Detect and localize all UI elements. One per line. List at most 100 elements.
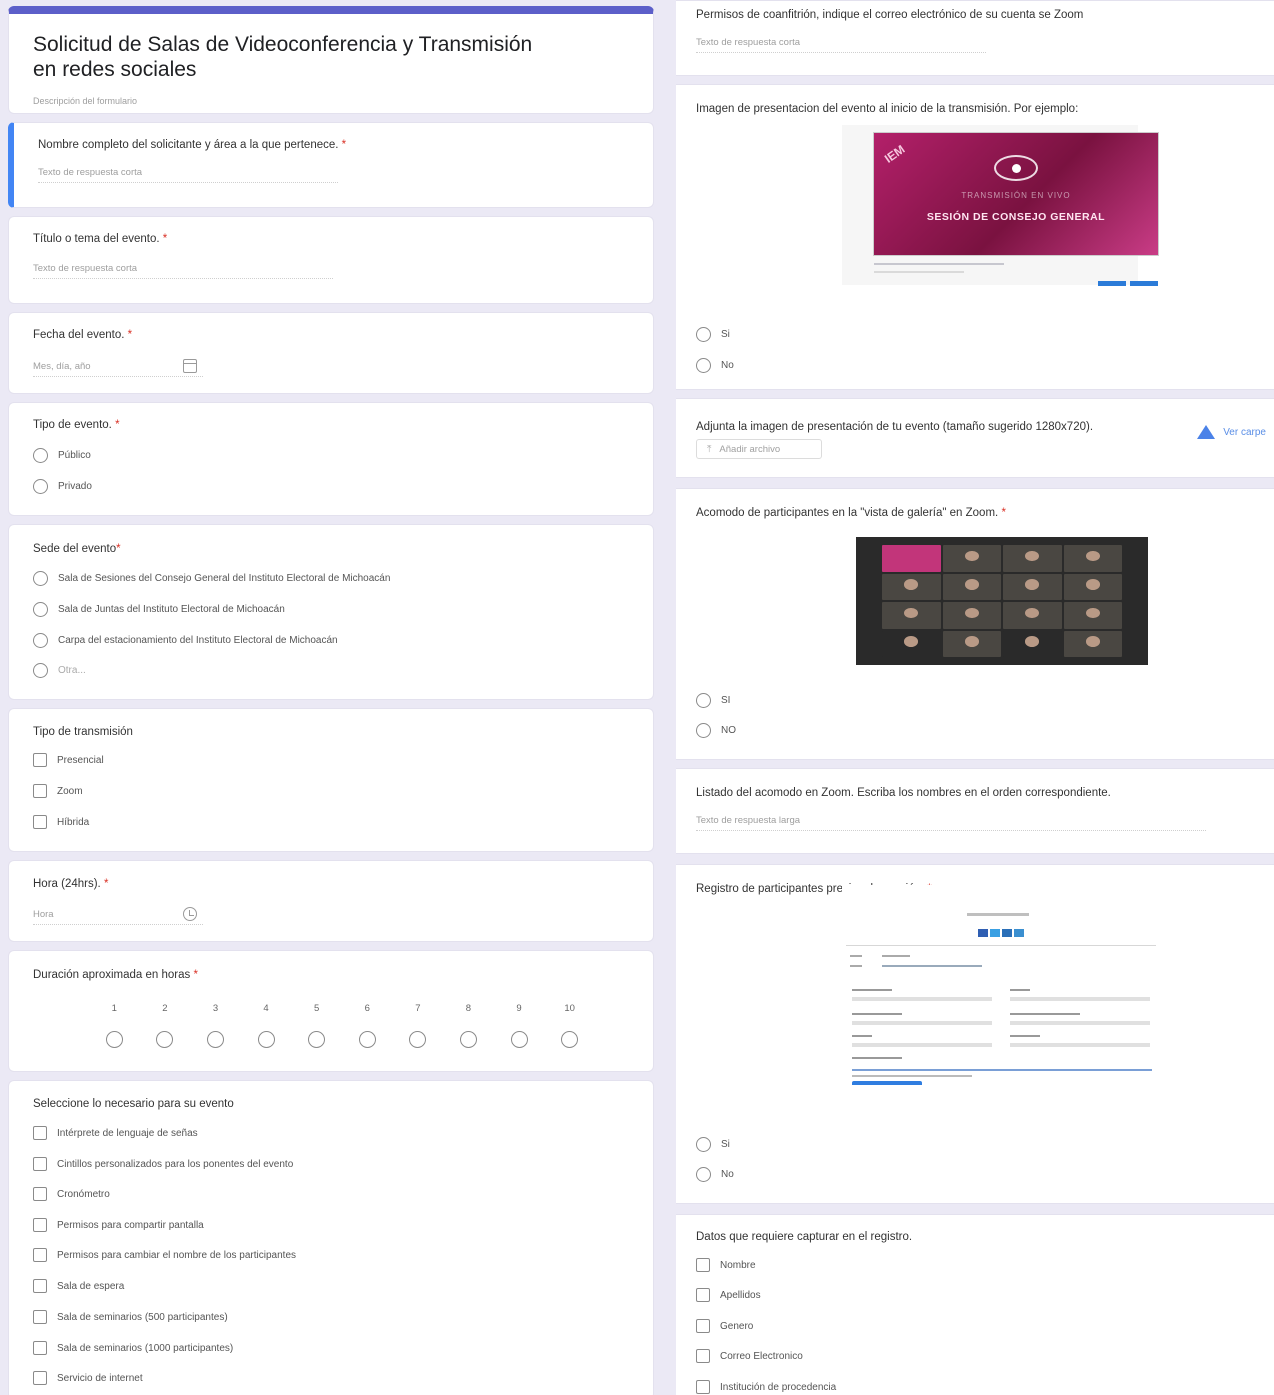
checkbox[interactable] (33, 1310, 47, 1324)
checkbox-option-cambiar-nombre[interactable]: Permisos para cambiar el nombre de los p… (33, 1248, 296, 1262)
checkbox[interactable] (33, 784, 47, 798)
short-answer-field[interactable]: Texto de respuesta corta (696, 37, 986, 53)
date-input[interactable]: Mes, día, año (33, 361, 203, 377)
radio-button[interactable] (510, 1031, 528, 1048)
question-card-event-title[interactable]: Título o tema del evento. * Texto de res… (8, 216, 654, 304)
question-card-zoom-list[interactable]: Listado del acomodo en Zoom. Escriba los… (676, 768, 1274, 854)
radio-option-sala-juntas[interactable]: Sala de Juntas del Instituto Electoral d… (33, 602, 285, 617)
radio-button[interactable] (696, 1167, 711, 1182)
question-card-registration-data[interactable]: Datos que requiere capturar en el regist… (676, 1214, 1274, 1395)
checkbox[interactable] (33, 1341, 47, 1355)
radio-option-sala-sesiones[interactable]: Sala de Sesiones del Consejo General del… (33, 571, 390, 586)
question-card-time[interactable]: Hora (24hrs). * Hora (8, 860, 654, 942)
checkbox-option-seminarios-1000[interactable]: Sala de seminarios (1000 participantes) (33, 1341, 233, 1355)
scale-option-2[interactable]: 2 (140, 1003, 191, 1048)
radio-option-privado[interactable]: Privado (33, 479, 92, 494)
radio-option-otra[interactable]: Otra... (33, 663, 86, 678)
scale-option-8[interactable]: 8 (443, 1003, 494, 1048)
checkbox-option-seminarios-500[interactable]: Sala de seminarios (500 participantes) (33, 1310, 228, 1324)
checkbox[interactable] (33, 1187, 47, 1201)
checkbox-option-hibrida[interactable]: Híbrida (33, 815, 89, 829)
checkbox-option-correo[interactable]: Correo Electronico (696, 1349, 803, 1363)
upload-file-button[interactable]: ⤒ Añadir archivo (696, 439, 822, 459)
checkbox[interactable] (696, 1319, 710, 1333)
radio-button[interactable] (105, 1031, 123, 1048)
question-card-transmission[interactable]: Tipo de transmisión Presencial Zoom Híbr… (8, 708, 654, 852)
question-card-date[interactable]: Fecha del evento. * Mes, día, año (8, 312, 654, 394)
checkbox-option-compartir-pantalla[interactable]: Permisos para compartir pantalla (33, 1218, 204, 1232)
checkbox[interactable] (33, 1218, 47, 1232)
scale-option-4[interactable]: 4 (241, 1003, 292, 1048)
scale-option-7[interactable]: 7 (393, 1003, 444, 1048)
checkbox-option-cintillos[interactable]: Cintillos personalizados para los ponent… (33, 1157, 293, 1171)
calendar-icon[interactable] (183, 359, 197, 373)
question-card-cohost[interactable]: Permisos de coanfitrión, indique el corr… (676, 0, 1274, 76)
radio-option-no[interactable]: NO (696, 723, 736, 738)
checkbox[interactable] (33, 1157, 47, 1171)
checkbox[interactable] (33, 1371, 47, 1385)
clock-icon[interactable] (183, 907, 197, 921)
radio-option-si[interactable]: SI (696, 693, 730, 708)
checkbox-option-cronometro[interactable]: Cronómetro (33, 1187, 110, 1201)
checkbox-option-genero[interactable]: Genero (696, 1319, 753, 1333)
checkbox[interactable] (696, 1349, 710, 1363)
checkbox-option-zoom[interactable]: Zoom (33, 784, 83, 798)
form-description[interactable]: Descripción del formulario (33, 96, 137, 106)
scale-option-3[interactable]: 3 (190, 1003, 241, 1048)
scale-option-10[interactable]: 10 (544, 1003, 595, 1048)
checkbox[interactable] (33, 1279, 47, 1293)
checkbox[interactable] (696, 1380, 710, 1394)
question-card-attach-image[interactable]: Adjunta la imagen de presentación de tu … (676, 398, 1274, 478)
radio-button[interactable] (696, 693, 711, 708)
radio-button[interactable] (257, 1031, 275, 1048)
radio-option-si[interactable]: Si (696, 1137, 730, 1152)
time-input[interactable]: Hora (33, 909, 203, 925)
radio-option-no[interactable]: No (696, 1167, 734, 1182)
radio-button[interactable] (33, 602, 48, 617)
radio-button[interactable] (33, 633, 48, 648)
radio-button[interactable] (696, 358, 711, 373)
radio-button[interactable] (409, 1031, 427, 1048)
long-answer-field[interactable]: Texto de respuesta larga (696, 815, 1206, 831)
radio-button[interactable] (206, 1031, 224, 1048)
short-answer-field[interactable]: Texto de respuesta corta (38, 167, 338, 183)
radio-button[interactable] (33, 479, 48, 494)
view-folder-link[interactable]: Ver carpe (1197, 425, 1266, 439)
radio-button[interactable] (459, 1031, 477, 1048)
scale-option-6[interactable]: 6 (342, 1003, 393, 1048)
radio-button[interactable] (696, 1137, 711, 1152)
question-card-needs[interactable]: Seleccione lo necesario para su evento I… (8, 1080, 654, 1395)
checkbox-option-apellidos[interactable]: Apellidos (696, 1288, 761, 1302)
radio-button[interactable] (308, 1031, 326, 1048)
radio-button[interactable] (696, 327, 711, 342)
radio-button[interactable] (33, 571, 48, 586)
question-card-name[interactable]: Nombre completo del solicitante y área a… (8, 122, 654, 208)
question-card-gallery-view[interactable]: Acomodo de participantes en la "vista de… (676, 488, 1274, 760)
radio-button[interactable] (358, 1031, 376, 1048)
radio-option-publico[interactable]: Público (33, 448, 91, 463)
question-card-event-type[interactable]: Tipo de evento. * Público Privado (8, 402, 654, 516)
checkbox[interactable] (33, 1126, 47, 1140)
radio-button[interactable] (156, 1031, 174, 1048)
radio-button[interactable] (33, 448, 48, 463)
checkbox[interactable] (33, 1248, 47, 1262)
question-card-presentation-image[interactable]: Imagen de presentacion del evento al ini… (676, 84, 1274, 390)
scale-option-1[interactable]: 1 (89, 1003, 140, 1048)
checkbox-option-nombre[interactable]: Nombre (696, 1258, 756, 1272)
radio-option-si[interactable]: Si (696, 327, 730, 342)
radio-option-carpa[interactable]: Carpa del estacionamiento del Instituto … (33, 633, 338, 648)
radio-option-no[interactable]: No (696, 358, 734, 373)
short-answer-field[interactable]: Texto de respuesta corta (33, 263, 333, 279)
checkbox[interactable] (696, 1288, 710, 1302)
radio-button[interactable] (33, 663, 48, 678)
checkbox[interactable] (696, 1258, 710, 1272)
radio-button[interactable] (696, 723, 711, 738)
checkbox-option-interprete[interactable]: Intérprete de lenguaje de señas (33, 1126, 198, 1140)
question-card-registration[interactable]: Registro de participantes previo a la re… (676, 864, 1274, 1204)
checkbox-option-internet[interactable]: Servicio de internet (33, 1371, 143, 1385)
scale-option-5[interactable]: 5 (291, 1003, 342, 1048)
checkbox[interactable] (33, 753, 47, 767)
radio-button[interactable] (561, 1031, 579, 1048)
scale-option-9[interactable]: 9 (494, 1003, 545, 1048)
checkbox-option-institucion[interactable]: Institución de procedencia (696, 1380, 836, 1394)
